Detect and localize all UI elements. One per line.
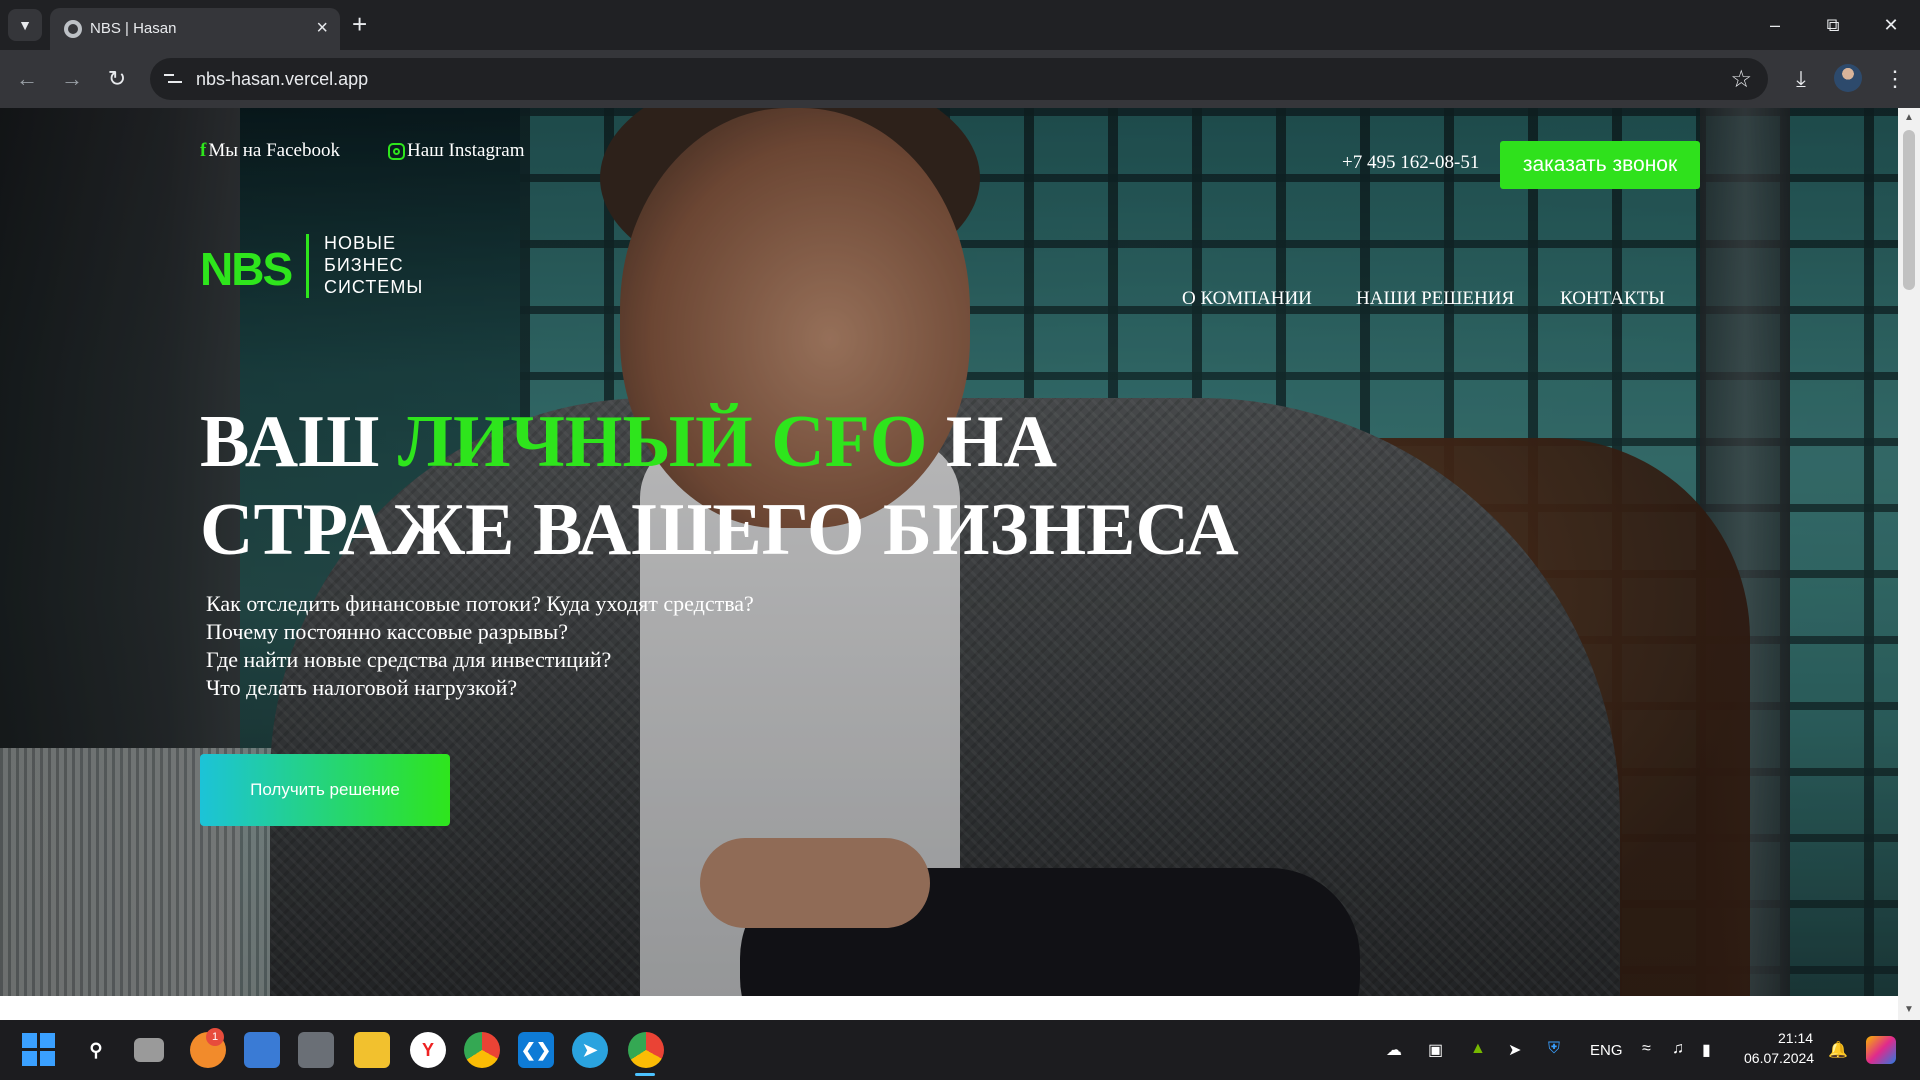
page-scrollbar[interactable]: ▲ ▼ [1898, 108, 1920, 1020]
minimize-button[interactable]: – [1752, 10, 1798, 40]
headline-part: НА [927, 401, 1057, 483]
search-icon[interactable]: ⚲ [78, 1032, 114, 1068]
security-icon[interactable]: ⛨ [1548, 1040, 1560, 1058]
instagram-link[interactable]: Наш Instagram [388, 140, 525, 162]
back-icon[interactable]: ← [12, 64, 42, 94]
clock-date[interactable]: 06.07.2024 [1744, 1050, 1814, 1066]
nav-solutions[interactable]: НАШИ РЕШЕНИЯ [1356, 288, 1514, 310]
logo-line: НОВЫЕ [324, 233, 396, 253]
telegram-tray-icon[interactable]: ➤ [1508, 1040, 1521, 1060]
tab-search-button[interactable]: ▼ [8, 9, 42, 41]
hero-section: f Мы на Facebook Наш Instagram +7 495 16… [0, 108, 1898, 996]
instagram-label: Наш Instagram [407, 140, 525, 161]
phone-number[interactable]: +7 495 162-08-51 [1342, 152, 1479, 174]
browser-tab[interactable]: NBS | Hasan × [50, 8, 340, 50]
clock-time[interactable]: 21:14 [1778, 1030, 1813, 1046]
logo-text: НОВЫЕ БИЗНЕС СИСТЕМЫ [324, 232, 423, 298]
active-app-indicator [635, 1073, 655, 1076]
logo-line: СИСТЕМЫ [324, 277, 424, 297]
scroll-up-icon[interactable]: ▲ [1903, 112, 1915, 124]
chevron-down-icon: ▼ [18, 17, 32, 33]
scroll-thumb[interactable] [1903, 130, 1915, 290]
logo-line: БИЗНЕС [324, 255, 404, 275]
chrome-active-icon[interactable] [628, 1032, 664, 1068]
logo-divider [306, 234, 309, 298]
logo-mark: NBS [200, 243, 293, 295]
notification-badge: 1 [206, 1028, 224, 1046]
copilot-icon[interactable] [1866, 1036, 1896, 1064]
hero-questions: Как отследить финансовые потоки? Куда ух… [206, 590, 754, 702]
windows-taskbar: ⚲ Y ❮❯ ➤ [0, 1020, 1920, 1080]
logo[interactable]: NBS НОВЫЕ БИЗНЕС СИСТЕМЫ [200, 233, 460, 304]
calculator-icon[interactable] [298, 1032, 334, 1068]
facebook-label: Мы на Facebook [208, 140, 340, 161]
question-line: Как отследить финансовые потоки? Куда ух… [206, 591, 754, 616]
volume-icon[interactable]: ♫ [1672, 1040, 1684, 1058]
wifi-icon[interactable]: ≈ [1642, 1040, 1651, 1058]
facebook-link[interactable]: f Мы на Facebook [200, 140, 340, 162]
browser-toolbar: ← → ↻ nbs-hasan.vercel.app ☆ ⤓ ⋮ [0, 50, 1920, 108]
chrome-icon[interactable] [464, 1032, 500, 1068]
site-info-icon[interactable] [164, 69, 184, 89]
yandex-browser-icon[interactable]: Y [410, 1032, 446, 1068]
close-window-button[interactable]: ✕ [1868, 10, 1914, 40]
nav-about[interactable]: О КОМПАНИИ [1182, 288, 1312, 310]
windows-start-icon[interactable] [22, 1033, 56, 1067]
question-line: Где найти новые средства для инвестиций? [206, 647, 612, 672]
new-tab-button[interactable]: + [352, 9, 367, 39]
facebook-icon: f [200, 140, 207, 161]
browser-tab-bar: ▼ NBS | Hasan × + – ⧉ ✕ [0, 0, 1920, 50]
tray-app-icon[interactable]: ▣ [1428, 1040, 1443, 1060]
scroll-down-icon[interactable]: ▼ [1903, 1004, 1915, 1016]
question-line: Что делать налоговой нагрузкой? [206, 675, 518, 700]
reload-icon[interactable]: ↻ [102, 64, 132, 94]
forward-icon[interactable]: → [57, 64, 87, 94]
nvidia-icon[interactable]: ▲ [1470, 1040, 1486, 1058]
notification-bell-icon[interactable]: 🔔 [1828, 1040, 1848, 1060]
tab-title: NBS | Hasan [90, 20, 177, 37]
task-view-icon[interactable] [134, 1038, 164, 1062]
headline-part: ВАШ [200, 401, 398, 483]
instagram-icon [388, 142, 405, 160]
restore-button[interactable]: ⧉ [1810, 10, 1856, 40]
battery-icon[interactable]: ▮ [1702, 1040, 1711, 1060]
hero-headline: ВАШ ЛИЧНЫЙ CFO НА СТРАЖЕ ВАШЕГО БИЗНЕСА [200, 398, 1239, 574]
menu-icon[interactable]: ⋮ [1880, 64, 1910, 94]
url-text[interactable]: nbs-hasan.vercel.app [196, 69, 368, 90]
telegram-icon[interactable]: ➤ [572, 1032, 608, 1068]
headline-accent: ЛИЧНЫЙ CFO [397, 401, 928, 483]
file-explorer-icon[interactable] [354, 1032, 390, 1068]
close-tab-icon[interactable]: × [316, 17, 328, 39]
address-bar[interactable]: nbs-hasan.vercel.app ☆ [150, 58, 1768, 100]
store-icon[interactable] [244, 1032, 280, 1068]
question-line: Почему постоянно кассовые разрывы? [206, 619, 568, 644]
globe-icon [64, 20, 82, 38]
headline-line2: СТРАЖЕ ВАШЕГО БИЗНЕСА [200, 489, 1239, 571]
order-call-button[interactable]: заказать звонок [1500, 141, 1700, 189]
download-icon[interactable]: ⤓ [1786, 64, 1816, 94]
bookmark-star-icon[interactable]: ☆ [1730, 65, 1752, 94]
language-indicator[interactable]: ENG [1590, 1042, 1623, 1059]
profile-avatar[interactable] [1834, 64, 1862, 92]
page-viewport: f Мы на Facebook Наш Instagram +7 495 16… [0, 108, 1898, 1020]
onedrive-icon[interactable]: ☁ [1386, 1040, 1402, 1060]
vscode-icon[interactable]: ❮❯ [518, 1032, 554, 1068]
nav-contacts[interactable]: КОНТАКТЫ [1560, 288, 1665, 310]
get-solution-button[interactable]: Получить решение [200, 754, 450, 826]
